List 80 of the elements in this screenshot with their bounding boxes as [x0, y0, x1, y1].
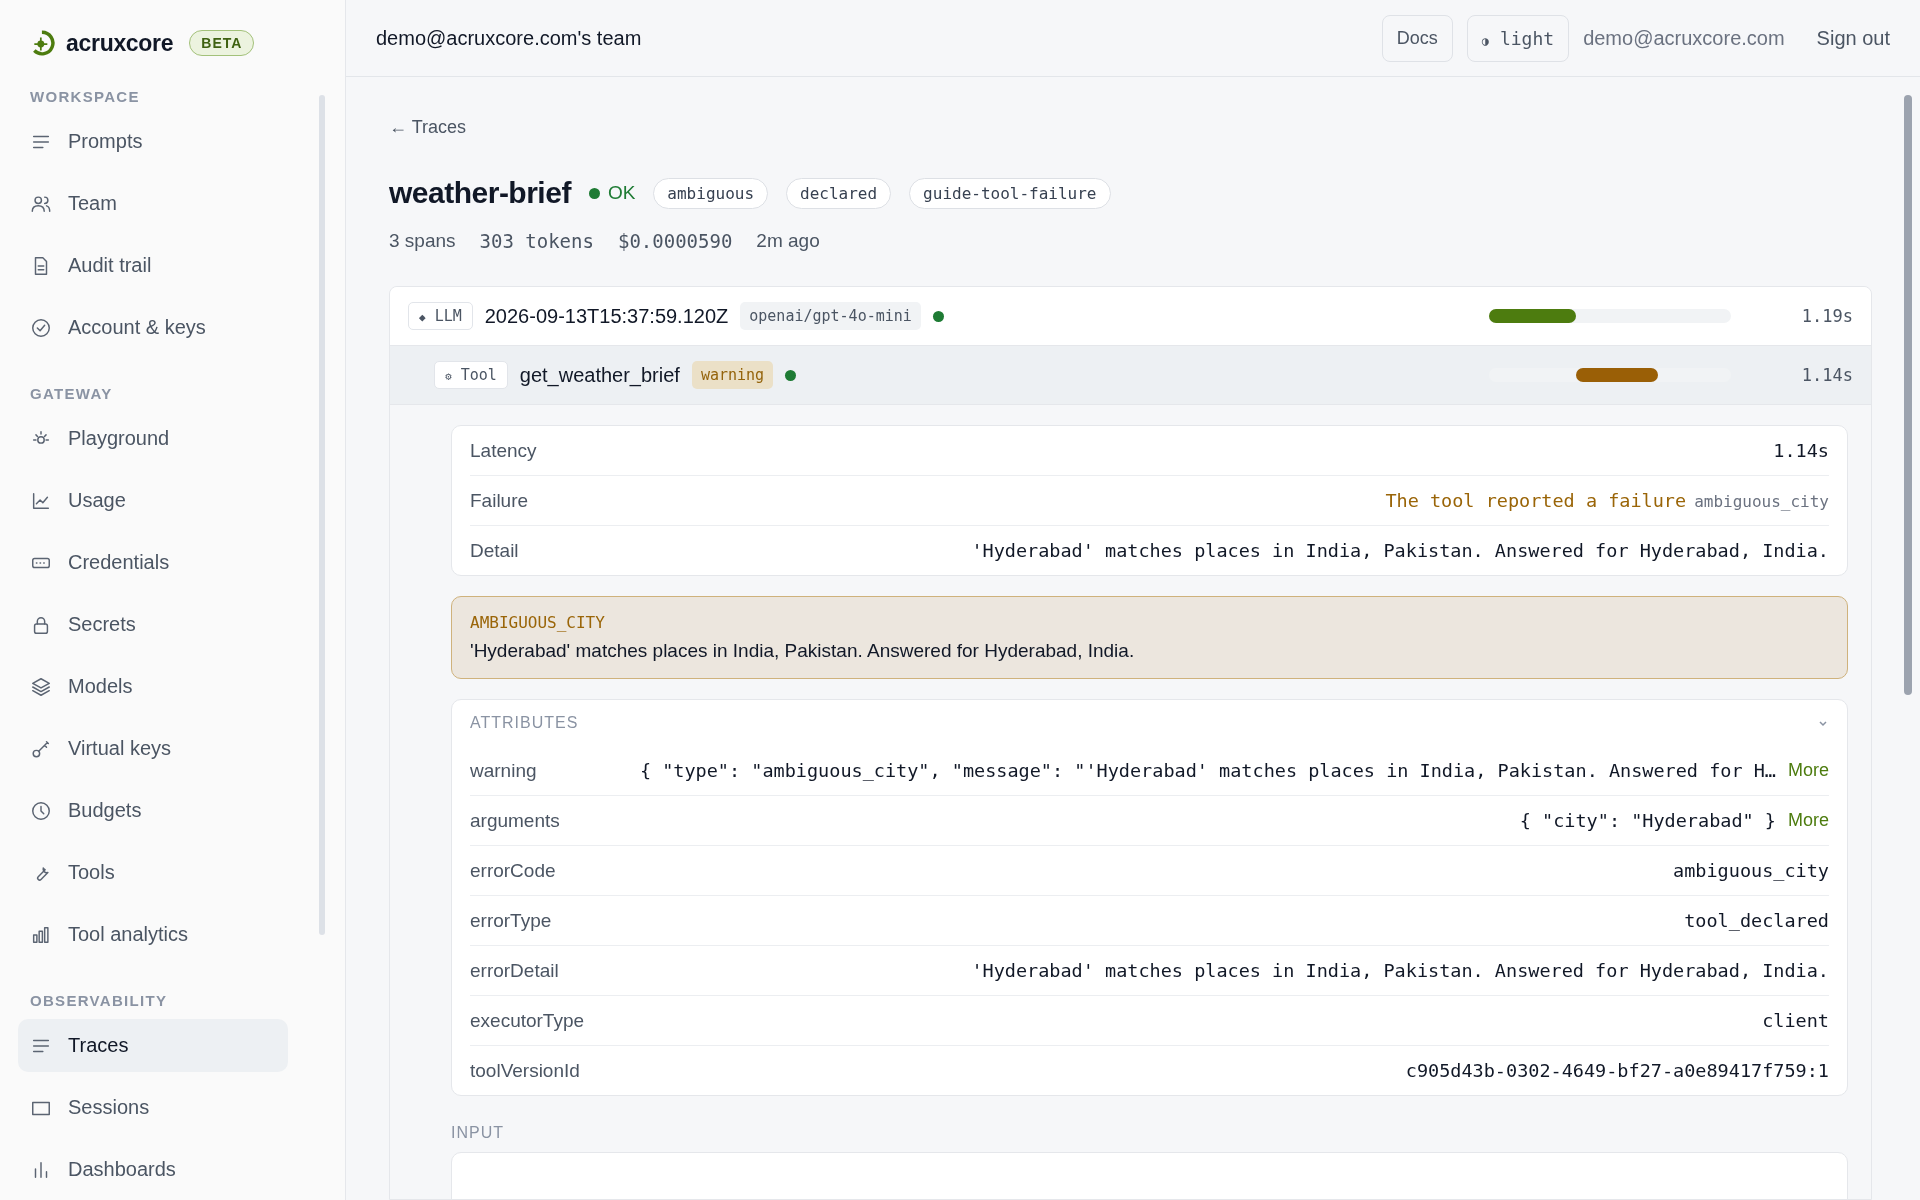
- nav-item[interactable]: Account & keys: [18, 301, 288, 354]
- nav-item[interactable]: Usage: [18, 474, 288, 527]
- span-tag: openai/gpt-4o-mini: [740, 302, 921, 330]
- nav-item[interactable]: Dashboards: [18, 1143, 288, 1196]
- span-name: get_weather_brief: [519, 363, 680, 387]
- trace-title: weather-brief: [389, 176, 571, 210]
- docs-button[interactable]: Docs: [1381, 14, 1453, 62]
- error-code: ambiguous_city: [1694, 492, 1829, 511]
- section-heading: ATTRIBUTES: [470, 714, 579, 732]
- attribute-key: executorType: [470, 1009, 585, 1032]
- more-link[interactable]: More: [1788, 810, 1829, 831]
- attribute-value: { "type": "ambiguous_city", "message": "'Hyderabad' matches places in India, Pakistan. Answered for H…: [638, 760, 1776, 781]
- attribute-key: errorDetail: [470, 959, 559, 982]
- field-value: 'Hyderabad' matches places in India, Pakistan. Answered for Hyderabad, India.: [970, 540, 1829, 561]
- field-label: Failure: [470, 489, 529, 512]
- theme-button[interactable]: ◑ light: [1466, 14, 1570, 62]
- field-value: 1.14s: [1772, 440, 1829, 461]
- brand-name: acruxcore: [66, 29, 174, 57]
- gear-icon: ⚙: [445, 370, 452, 383]
- field-label: Latency: [470, 439, 537, 462]
- nav-item[interactable]: Budgets: [18, 784, 288, 837]
- logo-icon: [30, 30, 56, 56]
- section-heading: WORKSPACE: [29, 88, 141, 105]
- clock-icon: [30, 799, 52, 822]
- span-type-badge: ⚙ Tool: [434, 361, 508, 389]
- attribute-value: { "city": "Hyderabad" }: [1518, 810, 1776, 831]
- team-name: demo@acruxcore.com's team: [376, 26, 642, 50]
- nav-item[interactable]: Audit trail: [18, 239, 288, 292]
- section-heading: GATEWAY: [29, 385, 114, 402]
- duration-text: 1.14s: [1800, 365, 1853, 385]
- nav-item[interactable]: Team: [18, 177, 288, 230]
- span-type-badge: ◆ LLM: [408, 302, 473, 330]
- nav-item[interactable]: Virtual keys: [18, 722, 288, 775]
- attribute-key: toolVersionId: [470, 1059, 580, 1082]
- section-heading: INPUT: [451, 1124, 505, 1142]
- beta-badge: BETA: [189, 30, 255, 56]
- tag-chip: declared: [786, 177, 892, 209]
- meta-text: 2m ago: [756, 230, 820, 252]
- section-heading: OBSERVABILITY: [29, 992, 169, 1009]
- meta-text: 3 spans: [389, 230, 456, 252]
- layers-icon: [30, 675, 52, 698]
- nav-item[interactable]: Sessions: [18, 1081, 288, 1134]
- nav-item[interactable]: Secrets: [18, 598, 288, 651]
- nav-item[interactable]: Traces: [18, 1019, 288, 1072]
- status-label: OK: [607, 182, 636, 204]
- attribute-value: c905d43b-0302-4649-bf27-a0e89417f759:1: [1404, 1060, 1829, 1081]
- attribute-key: errorType: [470, 909, 552, 932]
- warning-message: 'Hyderabad' matches places in India, Pakistan. Answered for Hyderabad, India.: [470, 640, 1136, 662]
- attribute-value: ambiguous_city: [1672, 860, 1829, 881]
- diamond-icon: ◆: [419, 311, 426, 324]
- failure-text: The tool reported a failure: [1385, 490, 1687, 511]
- tag-chip: ambiguous: [653, 177, 769, 209]
- span-tag: warning: [691, 361, 774, 389]
- theme-icon: ◑: [1481, 33, 1490, 48]
- duration-text: 1.19s: [1800, 306, 1853, 326]
- back-link[interactable]: ← Traces: [389, 117, 467, 138]
- sign-out-link[interactable]: Sign out: [1816, 26, 1890, 50]
- attribute-key: warning: [470, 759, 537, 782]
- span-row[interactable]: ⚙ Tool get_weather_brief warning 1.14s: [390, 346, 1871, 405]
- nav-item[interactable]: Playground: [18, 412, 288, 465]
- attribute-key: arguments: [470, 809, 560, 832]
- nav-item[interactable]: Tools: [18, 846, 288, 899]
- more-link[interactable]: More: [1788, 760, 1829, 781]
- tag-chip: guide-tool-failure: [909, 177, 1111, 209]
- meta-text: $0.0000590: [617, 230, 733, 252]
- nav-item[interactable]: Prompts: [18, 115, 288, 168]
- nav-item[interactable]: Tool analytics: [18, 908, 288, 961]
- nav-item[interactable]: Models: [18, 660, 288, 713]
- nav-item[interactable]: Credentials: [18, 536, 288, 589]
- warning-code: AMBIGUOUS_CITY: [470, 613, 606, 632]
- user-email: demo@acruxcore.com: [1583, 26, 1785, 50]
- field-label: Detail: [470, 539, 519, 562]
- span-row[interactable]: ◆ LLM 2026-09-13T15:37:59.120Z openai/gpt-4o-mini 1.19s: [390, 287, 1871, 346]
- span-name: 2026-09-13T15:37:59.120Z: [484, 304, 729, 328]
- attribute-key: errorCode: [470, 859, 556, 882]
- attribute-value: 'Hyderabad' matches places in India, Pakistan. Answered for Hyderabad, India.: [970, 960, 1829, 981]
- check-circle-icon: [30, 316, 52, 339]
- attribute-value: tool_declared: [1683, 910, 1829, 931]
- meta-text: 303 tokens: [479, 230, 594, 252]
- attribute-value: client: [1761, 1010, 1829, 1031]
